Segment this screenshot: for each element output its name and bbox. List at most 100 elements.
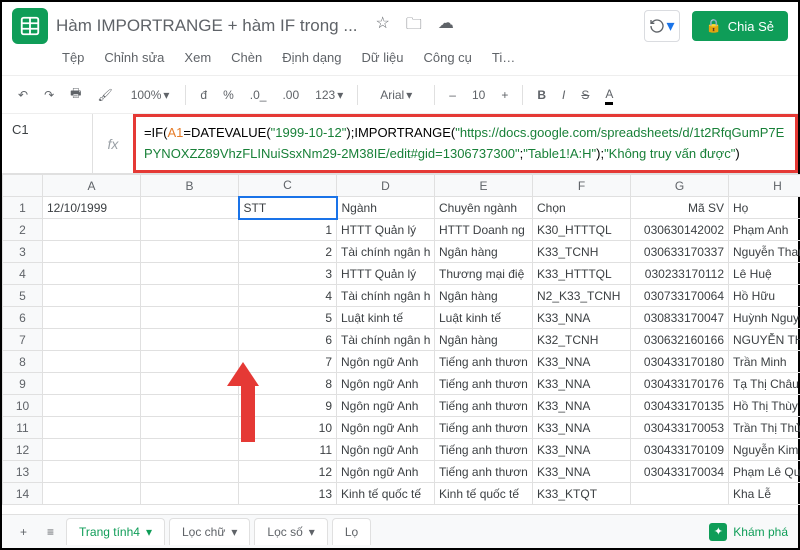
cell[interactable] xyxy=(141,439,239,461)
cell[interactable]: Tiếng anh thươn xyxy=(435,461,533,483)
cell[interactable] xyxy=(141,461,239,483)
font-family-dropdown[interactable]: Arial ▾ xyxy=(366,84,426,106)
cell[interactable]: Chọn xyxy=(533,197,631,219)
cell[interactable] xyxy=(141,241,239,263)
cell[interactable]: 7 xyxy=(239,351,337,373)
cell[interactable]: 030433170135 xyxy=(631,395,729,417)
cell[interactable]: 030433170034 xyxy=(631,461,729,483)
cell[interactable]: 12 xyxy=(239,461,337,483)
cell[interactable]: Tiếng anh thươn xyxy=(435,351,533,373)
cell[interactable]: Ngôn ngữ Anh xyxy=(337,417,435,439)
cell[interactable]: K33_NNA xyxy=(533,373,631,395)
column-header[interactable]: A xyxy=(43,175,141,197)
row-header[interactable]: 10 xyxy=(3,395,43,417)
cell[interactable]: Tiếng anh thươn xyxy=(435,439,533,461)
spreadsheet-grid[interactable]: ABCDEFGH112/10/1999STTNgànhChuyên ngànhC… xyxy=(2,174,798,505)
sheet-tab-2[interactable]: Lọc chữ ▾ xyxy=(169,518,250,545)
row-header[interactable]: 3 xyxy=(3,241,43,263)
cell[interactable]: K33_TCNH xyxy=(533,241,631,263)
cell[interactable] xyxy=(141,307,239,329)
document-title[interactable]: Hàm IMPORTRANGE + hàm IF trong ... xyxy=(56,16,358,36)
cell[interactable]: Trần Minh xyxy=(729,351,800,373)
cell[interactable] xyxy=(141,197,239,219)
cell[interactable]: K32_TCNH xyxy=(533,329,631,351)
column-header[interactable]: H xyxy=(729,175,800,197)
cell[interactable] xyxy=(43,285,141,307)
cell[interactable] xyxy=(43,219,141,241)
cell[interactable]: 10 xyxy=(239,417,337,439)
cell[interactable] xyxy=(43,439,141,461)
share-button[interactable]: 🔒 Chia Sẻ xyxy=(692,11,788,41)
increase-decimal-button[interactable]: .00 xyxy=(276,84,305,106)
cell[interactable]: 030433170109 xyxy=(631,439,729,461)
cell[interactable]: HTTT Quản lý xyxy=(337,219,435,241)
cell[interactable]: Tài chính ngân h xyxy=(337,285,435,307)
menu-edit[interactable]: Chỉnh sửa xyxy=(96,46,172,69)
cell[interactable] xyxy=(141,351,239,373)
cell[interactable]: STT xyxy=(239,197,337,219)
menu-data[interactable]: Dữ liệu xyxy=(354,46,412,69)
cell[interactable] xyxy=(631,483,729,505)
column-header[interactable]: C xyxy=(239,175,337,197)
cell[interactable]: Luật kinh tế xyxy=(435,307,533,329)
percent-format-button[interactable]: % xyxy=(217,84,240,106)
cell[interactable]: Ngôn ngữ Anh xyxy=(337,461,435,483)
cell[interactable]: 030733170064 xyxy=(631,285,729,307)
cell[interactable]: 6 xyxy=(239,329,337,351)
strike-button[interactable]: S xyxy=(575,84,595,106)
cell[interactable]: 030633170337 xyxy=(631,241,729,263)
row-header[interactable]: 12 xyxy=(3,439,43,461)
cell[interactable]: 11 xyxy=(239,439,337,461)
explore-label[interactable]: Khám phá xyxy=(733,525,788,539)
row-header[interactable]: 1 xyxy=(3,197,43,219)
cell[interactable]: 030833170047 xyxy=(631,307,729,329)
menu-insert[interactable]: Chèn xyxy=(223,46,270,69)
cell[interactable]: Phạm Lê Quốc xyxy=(729,461,800,483)
cell[interactable]: Thương mại điệ xyxy=(435,263,533,285)
cell[interactable] xyxy=(43,483,141,505)
cell[interactable] xyxy=(141,395,239,417)
cell[interactable]: Hồ Hữu xyxy=(729,285,800,307)
cell[interactable] xyxy=(43,241,141,263)
cell[interactable] xyxy=(43,395,141,417)
explore-icon[interactable]: ✦ xyxy=(709,523,727,541)
cell[interactable] xyxy=(43,351,141,373)
row-header[interactable]: 6 xyxy=(3,307,43,329)
column-header[interactable]: G xyxy=(631,175,729,197)
row-header[interactable]: 5 xyxy=(3,285,43,307)
cell[interactable]: Mã SV xyxy=(631,197,729,219)
bold-button[interactable]: B xyxy=(531,84,552,106)
cell[interactable]: Hồ Thị Thùy xyxy=(729,395,800,417)
sheets-logo-icon[interactable] xyxy=(12,8,48,44)
cell[interactable] xyxy=(43,373,141,395)
cell[interactable]: 030433170180 xyxy=(631,351,729,373)
cell[interactable]: 9 xyxy=(239,395,337,417)
cell[interactable]: Tiếng anh thươn xyxy=(435,395,533,417)
cell[interactable] xyxy=(43,307,141,329)
sheet-tab-3[interactable]: Lọc số ▾ xyxy=(254,518,327,545)
cell[interactable] xyxy=(43,263,141,285)
row-header[interactable]: 4 xyxy=(3,263,43,285)
column-header[interactable]: B xyxy=(141,175,239,197)
menu-format[interactable]: Định dạng xyxy=(274,46,349,69)
menu-view[interactable]: Xem xyxy=(176,46,219,69)
column-header[interactable]: E xyxy=(435,175,533,197)
cell[interactable] xyxy=(141,417,239,439)
add-sheet-button[interactable]: + xyxy=(12,521,35,543)
currency-format-button[interactable]: đ xyxy=(194,84,213,106)
cell[interactable]: Tiếng anh thươn xyxy=(435,417,533,439)
cell[interactable]: Họ xyxy=(729,197,800,219)
cell[interactable]: K33_NNA xyxy=(533,395,631,417)
cell[interactable]: Lê Huệ xyxy=(729,263,800,285)
star-icon[interactable]: ☆ xyxy=(376,13,390,40)
move-icon[interactable]: 🗀 xyxy=(406,13,422,40)
cell[interactable]: HTTT Quản lý xyxy=(337,263,435,285)
row-header[interactable]: 7 xyxy=(3,329,43,351)
menu-more[interactable]: Ti… xyxy=(484,46,523,69)
cell[interactable]: HTTT Doanh ng xyxy=(435,219,533,241)
name-box[interactable]: C1 xyxy=(2,114,93,173)
cell[interactable]: 1 xyxy=(239,219,337,241)
row-header[interactable]: 11 xyxy=(3,417,43,439)
cell[interactable]: 12/10/1999 xyxy=(43,197,141,219)
cell[interactable]: Trần Thị Thủy xyxy=(729,417,800,439)
